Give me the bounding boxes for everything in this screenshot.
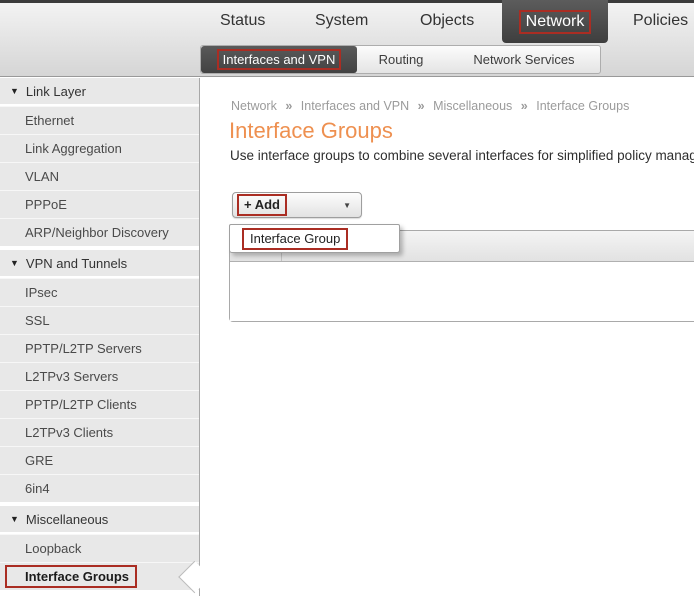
page-description: Use interface groups to combine several … [230,148,694,163]
breadcrumb-separator: » [285,99,292,113]
add-button-label: + Add [244,197,280,212]
sidebar-header-link-layer[interactable]: ▼ Link Layer [0,78,199,106]
annotation-box: Network [519,10,592,34]
breadcrumb-separator: » [418,99,425,113]
page-title: Interface Groups [229,118,393,144]
subnav-bar: Interfaces and VPN Routing Network Servi… [200,45,601,74]
sidebar-item-ipsec[interactable]: IPsec [0,278,199,306]
nav-system[interactable]: System [315,12,368,30]
subnav-tab-interfaces-and-vpn[interactable]: Interfaces and VPN [201,46,357,73]
nav-objects[interactable]: Objects [420,12,474,30]
chevron-down-icon: ▼ [343,201,351,210]
breadcrumb: Network » Interfaces and VPN » Miscellan… [231,99,629,113]
sidebar-item-ssl[interactable]: SSL [0,306,199,334]
subnav-tab-network-services[interactable]: Network Services [464,46,584,73]
sidebar-item-6in4[interactable]: 6in4 [0,474,199,502]
subnav-tab-routing[interactable]: Routing [361,46,441,73]
menu-item-label: Interface Group [250,231,340,246]
sidebar-item-label: Interface Groups [25,569,129,584]
collapse-triangle-icon: ▼ [10,514,19,524]
app-window: Status System Objects Network Policies I… [0,0,694,596]
sidebar-section-vpn-and-tunnels: ▼ VPN and Tunnels IPsec SSL PPTP/L2TP Se… [0,250,199,502]
breadcrumb-separator: » [521,99,528,113]
add-button[interactable]: + Add ▼ [232,192,362,218]
breadcrumb-interfaces-and-vpn[interactable]: Interfaces and VPN [301,99,409,113]
sidebar: ▼ Link Layer Ethernet Link Aggregation V… [0,78,200,596]
top-header: Status System Objects Network Policies I… [0,0,694,77]
collapse-triangle-icon: ▼ [10,258,19,268]
sidebar-header-miscellaneous[interactable]: ▼ Miscellaneous [0,506,199,534]
annotation-box: Interface Groups [5,565,137,588]
add-dropdown-menu: Interface Group [229,224,400,253]
sidebar-item-ethernet[interactable]: Ethernet [0,106,199,134]
main-content: Network » Interfaces and VPN » Miscellan… [201,78,694,596]
nav-network[interactable]: Network [502,0,608,43]
breadcrumb-miscellaneous[interactable]: Miscellaneous [433,99,512,113]
section-title: VPN and Tunnels [26,256,127,271]
sidebar-section-link-layer: ▼ Link Layer Ethernet Link Aggregation V… [0,78,199,246]
section-title: Miscellaneous [26,512,108,527]
sidebar-header-vpn-and-tunnels[interactable]: ▼ VPN and Tunnels [0,250,199,278]
sidebar-section-miscellaneous: ▼ Miscellaneous Loopback Interface Group… [0,506,199,590]
subnav-active-label: Interfaces and VPN [223,52,336,67]
sidebar-item-interface-groups[interactable]: Interface Groups [0,562,199,590]
nav-network-label: Network [526,13,585,30]
breadcrumb-interface-groups[interactable]: Interface Groups [536,99,629,113]
sidebar-item-vlan[interactable]: VLAN [0,162,199,190]
sidebar-item-loopback[interactable]: Loopback [0,534,199,562]
table-body-empty [230,262,694,321]
annotation-box: Interfaces and VPN [217,49,342,70]
menu-item-interface-group[interactable]: Interface Group [230,228,348,250]
sidebar-item-pptp-l2tp-clients[interactable]: PPTP/L2TP Clients [0,390,199,418]
sidebar-item-link-aggregation[interactable]: Link Aggregation [0,134,199,162]
nav-policies[interactable]: Policies [633,12,688,30]
sidebar-item-arp-neighbor-discovery[interactable]: ARP/Neighbor Discovery [0,218,199,246]
breadcrumb-network[interactable]: Network [231,99,277,113]
sidebar-item-pppoe[interactable]: PPPoE [0,190,199,218]
sidebar-item-l2tpv3-clients[interactable]: L2TPv3 Clients [0,418,199,446]
sidebar-item-gre[interactable]: GRE [0,446,199,474]
section-title: Link Layer [26,84,86,99]
nav-status[interactable]: Status [220,12,265,30]
collapse-triangle-icon: ▼ [10,86,19,96]
annotation-box: + Add [237,194,287,216]
sidebar-item-l2tpv3-servers[interactable]: L2TPv3 Servers [0,362,199,390]
annotation-box: Interface Group [242,228,348,250]
sidebar-item-pptp-l2tp-servers[interactable]: PPTP/L2TP Servers [0,334,199,362]
